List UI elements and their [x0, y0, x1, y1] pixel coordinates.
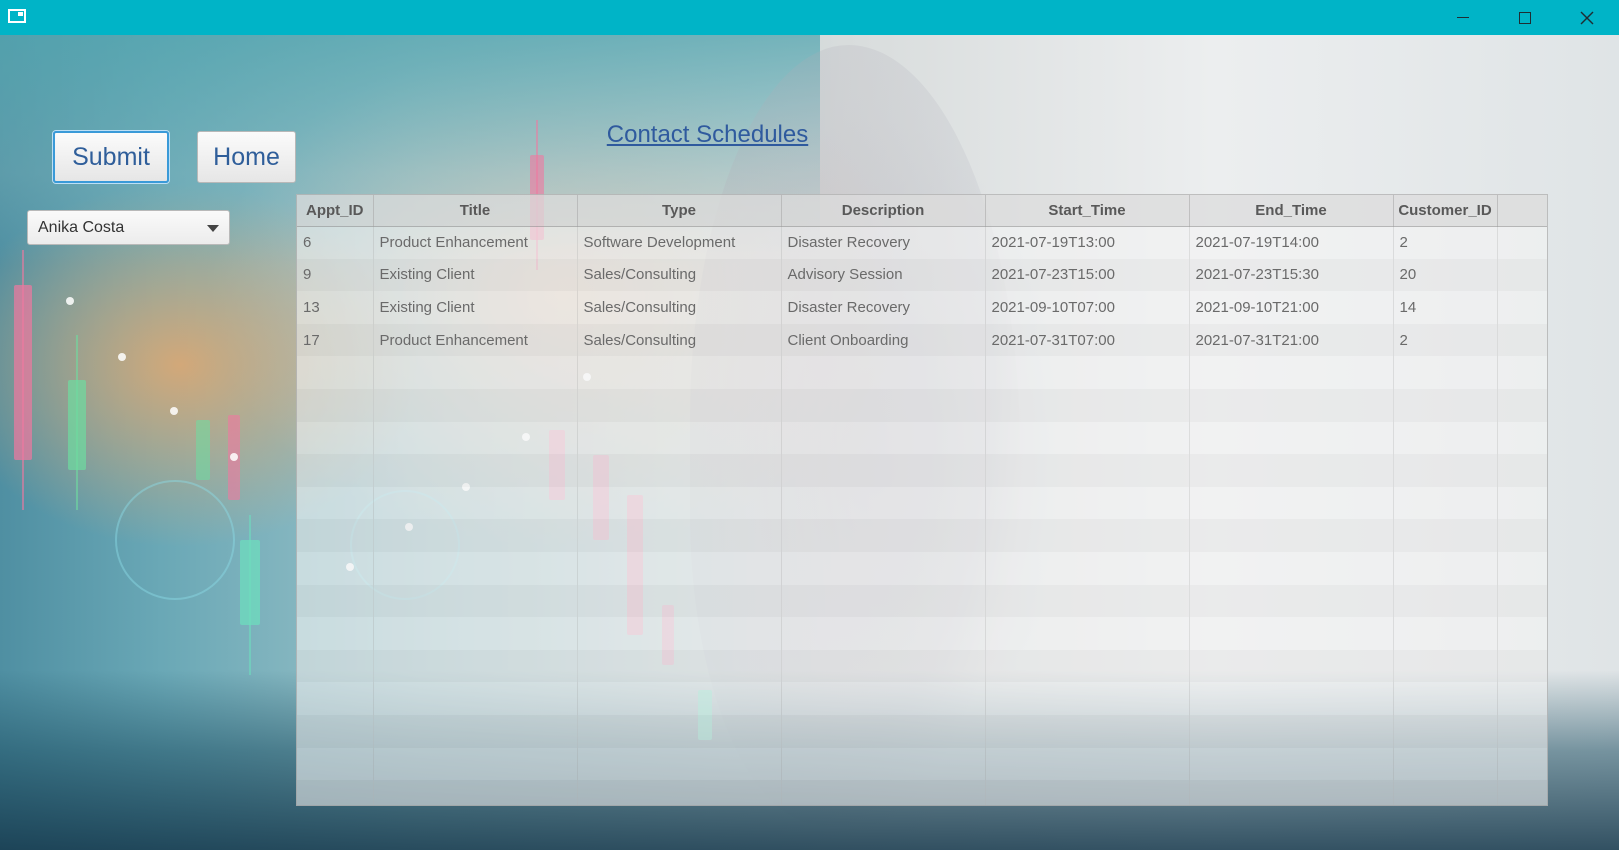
empty-table-row [297, 747, 1547, 781]
column-header-type[interactable]: Type [577, 195, 782, 227]
cell-start-time: 2021-07-19T13:00 [985, 226, 1190, 259]
cell-customer-id: 2 [1393, 226, 1498, 259]
empty-table-row [297, 682, 1547, 715]
cell-start-time: 2021-07-31T07:00 [985, 323, 1190, 357]
candlestick [14, 285, 32, 460]
column-header-filler [1497, 195, 1547, 227]
column-header-end-time[interactable]: End_Time [1189, 195, 1394, 227]
appointments-table[interactable]: Appt_ID Title Type Description Start_Tim… [296, 194, 1548, 806]
title-bar [0, 0, 1619, 35]
column-header-appt-id[interactable]: Appt_ID [297, 195, 374, 227]
maximize-icon [1519, 11, 1531, 24]
empty-table-row [297, 388, 1547, 422]
cell-customer-id: 20 [1393, 258, 1498, 292]
cell-appt-id: 17 [297, 323, 374, 357]
window-app-icon[interactable] [8, 9, 26, 23]
cell-filler [1497, 226, 1547, 259]
cell-description: Disaster Recovery [781, 226, 986, 259]
cell-filler [1497, 323, 1547, 357]
cell-type: Sales/Consulting [577, 291, 782, 324]
cell-title: Existing Client [373, 258, 578, 292]
empty-table-row [297, 649, 1547, 683]
cell-customer-id: 14 [1393, 291, 1498, 324]
cell-customer-id: 2 [1393, 323, 1498, 357]
empty-table-row [297, 551, 1547, 585]
cell-start-time: 2021-07-23T15:00 [985, 258, 1190, 292]
cell-end-time: 2021-09-10T21:00 [1189, 291, 1394, 324]
cell-filler [1497, 258, 1547, 292]
cell-description: Client Onboarding [781, 323, 986, 357]
minimize-icon [1457, 17, 1469, 18]
bokeh-dot [118, 353, 126, 361]
maximize-button[interactable] [1494, 0, 1556, 35]
candlestick [196, 420, 210, 480]
table-row[interactable]: 17 Product Enhancement Sales/Consulting … [297, 323, 1547, 357]
empty-table-row [297, 486, 1547, 520]
chevron-down-icon[interactable] [207, 225, 219, 232]
cell-type: Sales/Consulting [577, 323, 782, 357]
empty-table-row [297, 780, 1547, 805]
empty-table-row [297, 454, 1547, 487]
cell-description: Disaster Recovery [781, 291, 986, 324]
column-header-start-time[interactable]: Start_Time [985, 195, 1190, 227]
home-button[interactable]: Home [197, 131, 296, 183]
close-icon [1580, 11, 1594, 24]
bokeh-dot [170, 407, 178, 415]
empty-table-row [297, 617, 1547, 650]
cell-end-time: 2021-07-19T14:00 [1189, 226, 1394, 259]
empty-table-row [297, 519, 1547, 552]
candlestick [68, 380, 86, 470]
table-row[interactable]: 9 Existing Client Sales/Consulting Advis… [297, 258, 1547, 292]
contact-dropdown[interactable]: Anika Costa [27, 210, 230, 245]
bokeh-dot [66, 297, 74, 305]
empty-table-row [297, 356, 1547, 389]
submit-button[interactable]: Submit [53, 131, 169, 183]
cell-appt-id: 13 [297, 291, 374, 324]
cell-end-time: 2021-07-23T15:30 [1189, 258, 1394, 292]
contact-dropdown-value: Anika Costa [38, 219, 125, 236]
table-header-row: Appt_ID Title Type Description Start_Tim… [297, 195, 1547, 227]
column-header-title[interactable]: Title [373, 195, 578, 227]
empty-table-row [297, 714, 1547, 748]
cell-type: Sales/Consulting [577, 258, 782, 292]
cell-description: Advisory Session [781, 258, 986, 292]
cell-filler [1497, 291, 1547, 324]
cell-end-time: 2021-07-31T21:00 [1189, 323, 1394, 357]
close-button[interactable] [1556, 0, 1618, 35]
empty-table-row [297, 584, 1547, 618]
minimize-button[interactable] [1432, 0, 1494, 35]
column-header-customer-id[interactable]: Customer_ID [1393, 195, 1498, 227]
bokeh-ring [115, 480, 235, 600]
candlestick [240, 540, 260, 625]
bokeh-dot [230, 453, 238, 461]
cell-appt-id: 9 [297, 258, 374, 292]
cell-title: Existing Client [373, 291, 578, 324]
cell-type: Software Development [577, 226, 782, 259]
cell-title: Product Enhancement [373, 323, 578, 357]
page-title: Contact Schedules [606, 121, 809, 148]
cell-start-time: 2021-09-10T07:00 [985, 291, 1190, 324]
empty-table-row [297, 421, 1547, 455]
table-row[interactable]: 13 Existing Client Sales/Consulting Disa… [297, 291, 1547, 324]
table-row[interactable]: 6 Product Enhancement Software Developme… [297, 226, 1547, 259]
cell-appt-id: 6 [297, 226, 374, 259]
column-header-description[interactable]: Description [781, 195, 986, 227]
cell-title: Product Enhancement [373, 226, 578, 259]
